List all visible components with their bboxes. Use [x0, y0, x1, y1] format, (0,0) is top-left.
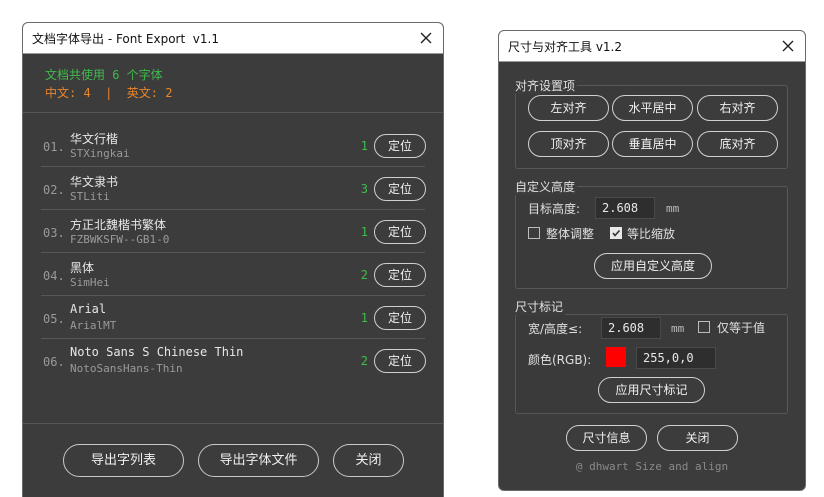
font-name: 华文行楷: [70, 132, 119, 146]
close-icon[interactable]: [417, 27, 435, 49]
locate-button[interactable]: 定位: [374, 263, 426, 287]
font-row-number: 06.: [43, 355, 65, 369]
font-usage-count: 1: [360, 139, 368, 153]
locate-button[interactable]: 定位: [374, 134, 426, 158]
font-postscript-name: FZBWKSFW--GB1-0: [70, 233, 170, 246]
checkmark-icon: [612, 229, 621, 237]
color-swatch[interactable]: [606, 347, 626, 367]
font-name: 黑体: [70, 261, 95, 275]
equal-only-checkbox[interactable]: [698, 321, 710, 333]
credit-text: @ dhwart Size and align: [575, 460, 729, 473]
close-button[interactable]: 关闭: [657, 425, 738, 451]
close-icon[interactable]: [779, 35, 797, 57]
color-rgb-input[interactable]: 255,0,0: [636, 347, 716, 369]
overall-adjust-checkbox[interactable]: [528, 227, 540, 239]
font-usage-count: 2: [360, 354, 368, 368]
close-button[interactable]: 关闭: [333, 444, 404, 477]
proportional-scale-checkbox[interactable]: [610, 227, 622, 239]
font-summary: 文档共使用 6 个字体 中文: 4 | 英文: 2: [45, 66, 172, 102]
locate-button[interactable]: 定位: [374, 349, 426, 373]
apply-custom-height-button[interactable]: 应用自定义高度: [594, 253, 712, 279]
font-name: 华文隶书: [70, 175, 119, 189]
font-total-count: 文档共使用 6 个字体: [45, 68, 163, 82]
align-bottom-button[interactable]: 底对齐: [697, 131, 778, 157]
font-export-window: 文档字体导出 - Font Export v1.1 文档共使用 6 个字体 中文…: [22, 22, 444, 497]
font-name: 方正北魏楷书繁体: [70, 218, 167, 232]
export-list-button[interactable]: 导出字列表: [63, 444, 184, 477]
target-height-label: 目标高度:: [528, 202, 581, 216]
font-row: 04. 黑体 SimHei 2 定位: [41, 253, 426, 296]
target-height-unit: mm: [666, 202, 680, 215]
size-info-button[interactable]: 尺寸信息: [566, 425, 647, 451]
font-usage-count: 2: [360, 268, 368, 282]
size-threshold-label: 宽/高度≤:: [528, 322, 583, 336]
locate-button[interactable]: 定位: [374, 220, 426, 244]
locate-button[interactable]: 定位: [374, 306, 426, 330]
font-export-titlebar[interactable]: 文档字体导出 - Font Export v1.1: [23, 23, 443, 54]
font-name: Arial: [70, 302, 107, 316]
color-rgb-label: 颜色(RGB):: [528, 353, 592, 367]
font-postscript-name: SimHei: [70, 276, 110, 289]
size-mark-label: 尺寸标记: [513, 298, 566, 315]
proportional-scale-label: 等比缩放: [627, 227, 676, 241]
font-postscript-name: NotoSansHans-Thin: [70, 362, 183, 375]
apply-size-mark-button[interactable]: 应用尺寸标记: [598, 377, 705, 403]
export-font-files-button[interactable]: 导出字体文件: [198, 444, 319, 477]
align-tool-title: 尺寸与对齐工具 v1.2: [508, 40, 623, 54]
align-hcenter-button[interactable]: 水平居中: [612, 95, 693, 121]
font-usage-count: 1: [360, 311, 368, 325]
overall-adjust-label: 整体调整: [546, 227, 595, 241]
font-row: 06. Noto Sans S Chinese Thin NotoSansHan…: [41, 339, 426, 382]
divider: [23, 423, 443, 424]
font-row-number: 05.: [43, 312, 65, 326]
target-height-input[interactable]: 2.608: [595, 197, 655, 219]
font-language-count: 中文: 4 | 英文: 2: [45, 86, 173, 100]
font-row: 01. 华文行楷 STXingkai 1 定位: [41, 124, 426, 167]
locate-button[interactable]: 定位: [374, 177, 426, 201]
equal-only-label: 仅等于值: [717, 321, 766, 335]
font-row-number: 03.: [43, 226, 65, 240]
font-row-number: 02.: [43, 183, 65, 197]
font-usage-count: 1: [360, 225, 368, 239]
font-row: 05. Arial ArialMT 1 定位: [41, 296, 426, 339]
align-top-button[interactable]: 顶对齐: [528, 131, 609, 157]
size-threshold-unit: mm: [671, 322, 685, 335]
font-postscript-name: STLiti: [70, 190, 110, 203]
divider: [23, 112, 443, 113]
font-export-title: 文档字体导出 - Font Export v1.1: [32, 32, 219, 46]
align-settings-label: 对齐设置项: [513, 77, 578, 94]
align-right-button[interactable]: 右对齐: [697, 95, 778, 121]
align-left-button[interactable]: 左对齐: [528, 95, 609, 121]
font-postscript-name: STXingkai: [70, 147, 130, 160]
font-postscript-name: ArialMT: [70, 319, 117, 332]
font-row-number: 01.: [43, 140, 65, 154]
font-row: 02. 华文隶书 STLiti 3 定位: [41, 167, 426, 210]
align-vcenter-button[interactable]: 垂直居中: [612, 131, 693, 157]
custom-height-label: 自定义高度: [513, 178, 578, 195]
font-name: Noto Sans S Chinese Thin: [70, 345, 244, 359]
align-tool-titlebar[interactable]: 尺寸与对齐工具 v1.2: [499, 31, 805, 62]
font-row-number: 04.: [43, 269, 65, 283]
align-tool-window: 尺寸与对齐工具 v1.2 对齐设置项 左对齐 水平居中 右对齐 顶对齐 垂直居中…: [498, 30, 806, 491]
size-threshold-input[interactable]: 2.608: [601, 317, 661, 339]
font-usage-count: 3: [360, 182, 368, 196]
font-row: 03. 方正北魏楷书繁体 FZBWKSFW--GB1-0 1 定位: [41, 210, 426, 253]
